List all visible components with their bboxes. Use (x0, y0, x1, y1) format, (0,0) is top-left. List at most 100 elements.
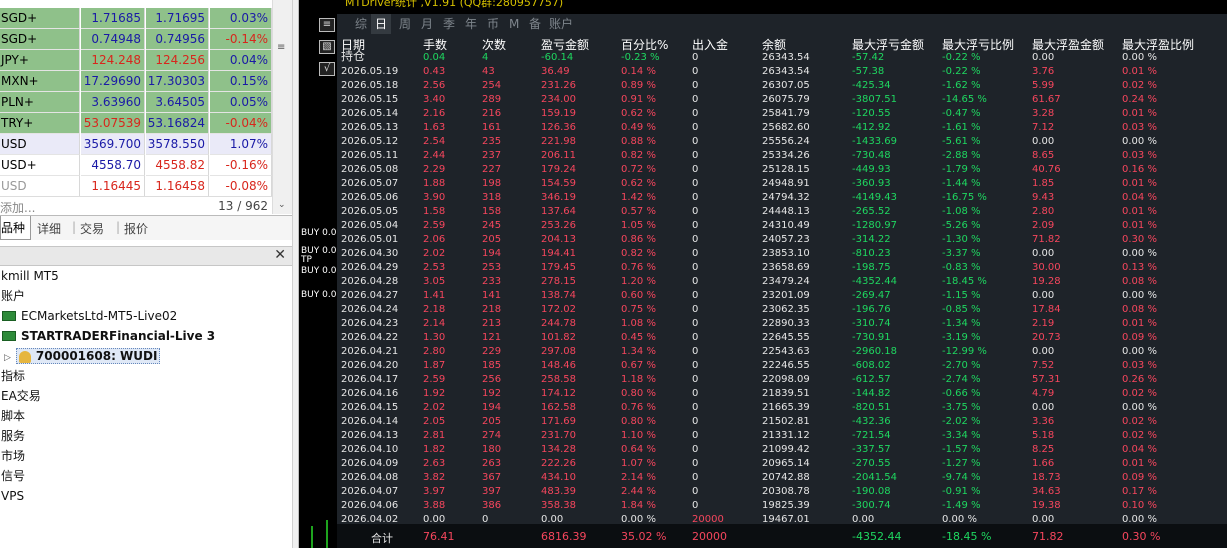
stats-cell: -721.54 (852, 430, 891, 441)
chart-icon[interactable]: ▧ (319, 40, 335, 54)
stats-cell: -14.65 % (942, 94, 987, 105)
stats-cell: 0.00 (1032, 290, 1055, 301)
stats-cell: 2026.05.19 (341, 66, 399, 77)
stats-cell: 0.26 % (1122, 374, 1157, 385)
symbol-row[interactable]: USD+ 4558.70 4558.82 -0.16% (0, 155, 272, 176)
tab-details[interactable]: 详细 (37, 220, 61, 237)
tab-quotes[interactable]: 报价 (124, 220, 148, 237)
stats-cell: 1.30 (423, 332, 446, 343)
nav-account-item[interactable]: ▷ 700001608: WUDI (4, 346, 161, 366)
nav-item[interactable]: 脚本 (1, 406, 25, 426)
symbol-row[interactable]: USD 3569.700 3578.550 1.07% (0, 134, 272, 155)
stats-tabs: 综日周月季年币 M 备账户 (337, 14, 1227, 34)
stats-cell: 2026.04.10 (341, 444, 399, 455)
stats-cell: 274 (482, 430, 502, 441)
nav-item[interactable]: 信号 (1, 466, 25, 486)
stats-cell: 192 (482, 388, 502, 399)
add-symbol-row[interactable]: 添加... 13 / 962 (0, 196, 272, 215)
stats-tab[interactable]: 季 (439, 14, 459, 34)
stats-cell: 2026.04.27 (341, 290, 399, 301)
stats-cell: 0 (692, 374, 699, 385)
footer-cell: -4352.44 (852, 530, 902, 543)
stats-tab[interactable]: 综 (351, 14, 371, 34)
stats-cell: 0 (692, 318, 699, 329)
nav-server-ecmarkets[interactable]: ECMarketsLtd-MT5-Live02 (2, 306, 177, 326)
ask-price: 124.256 (146, 50, 209, 71)
stats-cell: 19.28 (1032, 276, 1061, 287)
nav-item[interactable]: 市场 (1, 446, 25, 466)
stats-tab[interactable]: 日 (371, 14, 392, 34)
symbol-row[interactable]: SGD+ 0.74948 0.74956 -0.14% (0, 29, 272, 50)
stats-cell: 101.82 (541, 332, 576, 343)
stats-tab[interactable]: M (505, 14, 523, 34)
nav-item[interactable]: 服务 (1, 426, 25, 446)
stats-cell: 3.97 (423, 486, 446, 497)
nav-item[interactable]: 指标 (1, 366, 25, 386)
stats-cell: 2.14 % (621, 472, 656, 483)
stats-cell: 0.03 % (1122, 360, 1157, 371)
stats-cell: -1.34 % (942, 318, 981, 329)
menu-icon[interactable]: ≡ (319, 18, 335, 32)
nav-item[interactable]: EA交易 (1, 386, 41, 406)
nav-accounts[interactable]: 账户 (1, 286, 25, 306)
nav-item[interactable]: VPS (1, 486, 24, 506)
stats-cell: -2041.54 (852, 472, 897, 483)
add-symbol-label[interactable]: 添加... (0, 199, 35, 216)
stats-cell: -1.44 % (942, 178, 981, 189)
stats-cell: 1.42 % (621, 192, 656, 203)
stats-tab[interactable]: 备 (525, 14, 545, 34)
chevron-down-icon[interactable]: ⌄ (278, 200, 286, 210)
stats-cell: 0 (692, 178, 699, 189)
buy-order-label: TP (301, 255, 312, 265)
bid-price: 3569.700 (81, 134, 145, 155)
stats-cell: 0 (692, 248, 699, 259)
stats-cell: 21839.51 (762, 388, 810, 399)
left-panel: SGD+ 1.71685 1.71695 0.03% SGD+ 0.74948 0.7495… (0, 0, 292, 548)
symbol-row[interactable]: SGD+ 1.71685 1.71695 0.03% (0, 8, 272, 29)
stats-cell: -425.34 (852, 80, 891, 91)
market-watch-scrollbar[interactable]: ≡ ⌄ (272, 0, 292, 214)
stats-cell: 2026.04.21 (341, 346, 399, 357)
stats-cell: 25682.60 (762, 122, 810, 133)
nav-server-startrader[interactable]: STARTRADERFinancial-Live 3 (2, 326, 215, 346)
check-icon[interactable]: √ (319, 62, 335, 76)
buy-order-label: BUY 0.0 (301, 290, 337, 300)
stats-tab[interactable]: 周 (395, 14, 415, 34)
stats-cell: -1280.97 (852, 220, 897, 231)
stats-tab[interactable]: 币 (483, 14, 503, 34)
stats-cell: 2026.04.23 (341, 318, 399, 329)
symbol-row[interactable]: MXN+ 17.29690 17.30303 0.15% (0, 71, 272, 92)
stats-cell: 0.88 % (621, 136, 656, 147)
stats-cell: 204.13 (541, 234, 576, 245)
stats-tab[interactable]: 年 (461, 14, 481, 34)
tab-symbols[interactable]: 品种 (0, 216, 32, 240)
stats-cell: -5.61 % (942, 136, 981, 147)
symbol-row[interactable]: PLN+ 3.63960 3.64505 0.05% (0, 92, 272, 113)
tab-trading[interactable]: 交易 (80, 220, 104, 237)
stats-cell: 218 (482, 304, 502, 315)
stats-tab[interactable]: 月 (417, 14, 437, 34)
symbol-row[interactable]: JPY+ 124.248 124.256 0.04% (0, 50, 272, 71)
stats-tab[interactable]: 账户 (545, 14, 577, 34)
stats-cell: 0.04 % (1122, 444, 1157, 455)
expand-arrow-icon[interactable]: ▷ (4, 353, 11, 363)
stats-cell: 3.90 (423, 192, 446, 203)
stats-cell: 0.17 % (1122, 486, 1157, 497)
stats-cell: -4352.44 (852, 276, 897, 287)
tab-divider: | (116, 220, 121, 234)
close-icon[interactable]: ✕ (274, 247, 286, 263)
symbol-row[interactable]: TRY+ 53.07539 53.16824 -0.04% (0, 113, 272, 134)
stats-cell: 1.41 (423, 290, 446, 301)
nav-broker[interactable]: kmill MT5 (1, 266, 59, 286)
stats-cell: 2026.05.12 (341, 136, 399, 147)
footer-cell: 0.30 % (1122, 530, 1161, 543)
symbol-row[interactable]: USD 1.16445 1.16458 -0.08% (0, 176, 272, 196)
stats-cell: -196.76 (852, 304, 891, 315)
stats-cell: 121 (482, 332, 502, 343)
volume-bar (311, 526, 313, 548)
stats-cell: 20308.78 (762, 486, 810, 497)
panel-splitter[interactable] (292, 0, 299, 548)
stats-cell: 0 (692, 444, 699, 455)
stats-cell: 2026.04.17 (341, 374, 399, 385)
stats-cell: 2.14 (423, 318, 446, 329)
